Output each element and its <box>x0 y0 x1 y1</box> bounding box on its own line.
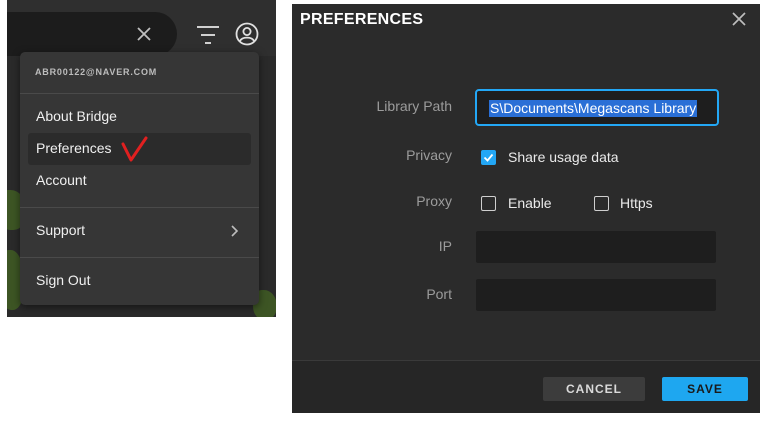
privacy-label: Privacy <box>406 147 452 163</box>
menu-item-account[interactable]: Account <box>28 165 251 197</box>
ip-input[interactable] <box>476 231 716 263</box>
menu-divider <box>20 257 259 258</box>
menu-item-label: About Bridge <box>36 108 117 124</box>
proxy-label: Proxy <box>416 193 452 209</box>
user-email: ABR00122@NAVER.COM <box>35 67 158 77</box>
library-path-label: Library Path <box>376 98 452 114</box>
proxy-enable-label: Enable <box>508 195 552 211</box>
bridge-window: ABR00122@NAVER.COM About Bridge Preferen… <box>7 0 276 317</box>
close-icon[interactable] <box>730 10 748 28</box>
user-circle-icon[interactable] <box>235 22 259 46</box>
dialog-title: PREFERENCES <box>300 11 424 28</box>
library-path-value: S\Documents\Megascans Library <box>489 100 698 117</box>
proxy-enable-checkbox[interactable] <box>481 196 496 211</box>
proxy-https-checkbox[interactable] <box>594 196 609 211</box>
save-button[interactable]: SAVE <box>662 377 748 401</box>
menu-item-preferences[interactable]: Preferences <box>28 133 251 165</box>
cancel-button[interactable]: CANCEL <box>543 377 645 401</box>
share-usage-checkbox[interactable] <box>481 150 496 165</box>
menu-item-label: Preferences <box>36 140 112 156</box>
close-icon[interactable] <box>134 24 154 44</box>
port-label: Port <box>426 286 452 302</box>
menu-item-about-bridge[interactable]: About Bridge <box>28 101 251 133</box>
ip-label: IP <box>438 238 452 254</box>
library-path-input[interactable]: S\Documents\Megascans Library <box>475 89 719 126</box>
dialog-header: PREFERENCES <box>292 4 760 44</box>
port-input[interactable] <box>476 279 716 311</box>
dialog-footer: CANCEL SAVE <box>292 360 760 413</box>
red-check-mark <box>121 136 148 162</box>
chevron-right-icon <box>231 225 239 237</box>
menu-divider <box>20 207 259 208</box>
menu-item-label: Support <box>36 222 86 238</box>
menu-item-sign-out[interactable]: Sign Out <box>28 265 251 297</box>
filter-icon[interactable] <box>196 24 220 46</box>
menu-item-label: Account <box>36 172 87 188</box>
menu-divider <box>20 93 259 94</box>
share-usage-label: Share usage data <box>508 149 619 165</box>
check-icon <box>483 153 494 162</box>
menu-item-label: Sign Out <box>36 272 91 288</box>
preferences-dialog: PREFERENCES Library Path S\Documents\Meg… <box>292 4 760 413</box>
account-dropdown-menu: ABR00122@NAVER.COM About Bridge Preferen… <box>20 52 259 305</box>
menu-item-support[interactable]: Support <box>28 215 251 247</box>
top-bar <box>7 0 276 56</box>
proxy-https-label: Https <box>620 195 653 211</box>
